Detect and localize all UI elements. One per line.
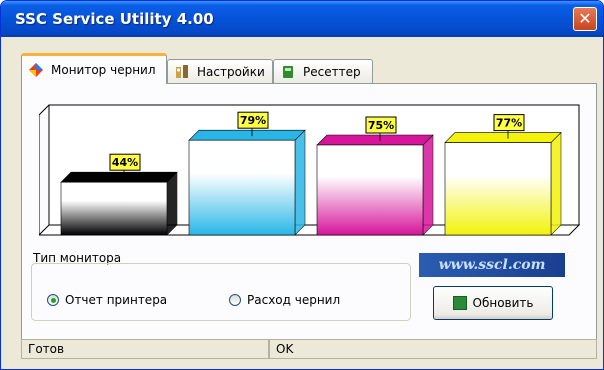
- radio-ink-consumption[interactable]: Расход чернил: [229, 293, 340, 307]
- tab-settings[interactable]: Настройки: [167, 59, 273, 83]
- monitor-type-group: [31, 263, 411, 321]
- refresh-icon: [452, 296, 467, 310]
- bar-value-label: 75%: [368, 119, 394, 132]
- tab-resetter[interactable]: Ресеттер: [273, 59, 373, 83]
- bar-side: [294, 129, 306, 236]
- window-title: SSC Service Utility 4.00: [15, 10, 214, 28]
- status-bar: Готов OK: [21, 339, 597, 361]
- settings-icon: [174, 64, 190, 80]
- bar-yellow: [444, 142, 552, 236]
- bar-side: [166, 171, 178, 236]
- radio-ink-consumption-indicator[interactable]: [229, 294, 241, 306]
- bar-value-label: 77%: [496, 117, 522, 130]
- close-button[interactable]: ✕: [573, 7, 597, 31]
- bar-black: [60, 181, 168, 236]
- website-logo: www.sscl.com: [419, 253, 565, 277]
- bar-top: [444, 132, 562, 143]
- bar-side: [550, 131, 562, 236]
- ink-monitor-icon: [28, 62, 44, 78]
- status-right: OK: [269, 339, 597, 359]
- bar-cyan: [188, 139, 296, 236]
- title-bar[interactable]: SSC Service Utility 4.00 ✕: [1, 1, 603, 37]
- tab-label: Ресеттер: [303, 64, 361, 79]
- bar-top: [316, 134, 434, 146]
- close-icon: ✕: [578, 9, 592, 28]
- ink-level-chart: 44% 79% 75% 77%: [39, 104, 581, 236]
- bar-value-label: 79%: [240, 114, 266, 127]
- tab-ink-monitor[interactable]: Монитор чернил: [21, 53, 167, 84]
- chart-left-top-edge: [39, 104, 50, 116]
- radio-printer-report-indicator[interactable]: [47, 294, 59, 306]
- bar-top: [188, 129, 306, 141]
- resetter-icon: [280, 64, 296, 80]
- radio-label: Отчет принтера: [65, 293, 168, 307]
- bar-magenta: [316, 144, 424, 236]
- tab-label: Настройки: [197, 64, 265, 79]
- bar-value-label: 44%: [112, 156, 138, 169]
- radio-printer-report[interactable]: Отчет принтера: [47, 293, 167, 307]
- tab-label: Монитор чернил: [51, 63, 156, 77]
- radio-label: Расход чернил: [247, 293, 341, 307]
- bar-side: [422, 134, 434, 236]
- bar-top: [60, 171, 178, 183]
- refresh-label: Обновить: [472, 296, 534, 310]
- status-left: Готов: [21, 339, 269, 359]
- refresh-button[interactable]: Обновить: [433, 286, 553, 320]
- app-window: SSC Service Utility 4.00 ✕ Монитор черни…: [0, 0, 604, 370]
